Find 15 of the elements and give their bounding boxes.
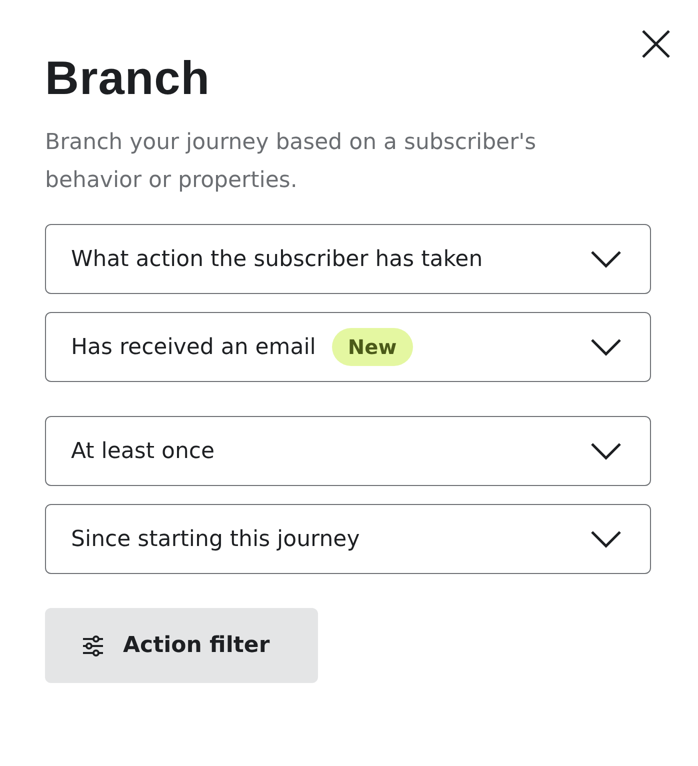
- chevron-down-icon: [590, 338, 622, 356]
- chevron-down-icon: [590, 442, 622, 460]
- chevron-down-icon: [590, 250, 622, 268]
- action-filter-button[interactable]: Action filter: [45, 608, 318, 683]
- sliders-icon: [81, 634, 105, 658]
- dropdown[interactable]: Since starting this journey: [45, 504, 651, 574]
- close-button[interactable]: [640, 28, 672, 60]
- new-badge: New: [332, 328, 413, 366]
- panel-title: Branch: [45, 50, 211, 106]
- chevron-down-icon: [590, 530, 622, 548]
- dropdown[interactable]: At least once: [45, 416, 651, 486]
- dropdown[interactable]: What action the subscriber has taken: [45, 224, 651, 294]
- dropdown[interactable]: Has received an email New: [45, 312, 651, 382]
- close-icon: [640, 28, 672, 60]
- panel-description: Branch your journey based on a subscriber's behavior or properties.: [45, 129, 538, 195]
